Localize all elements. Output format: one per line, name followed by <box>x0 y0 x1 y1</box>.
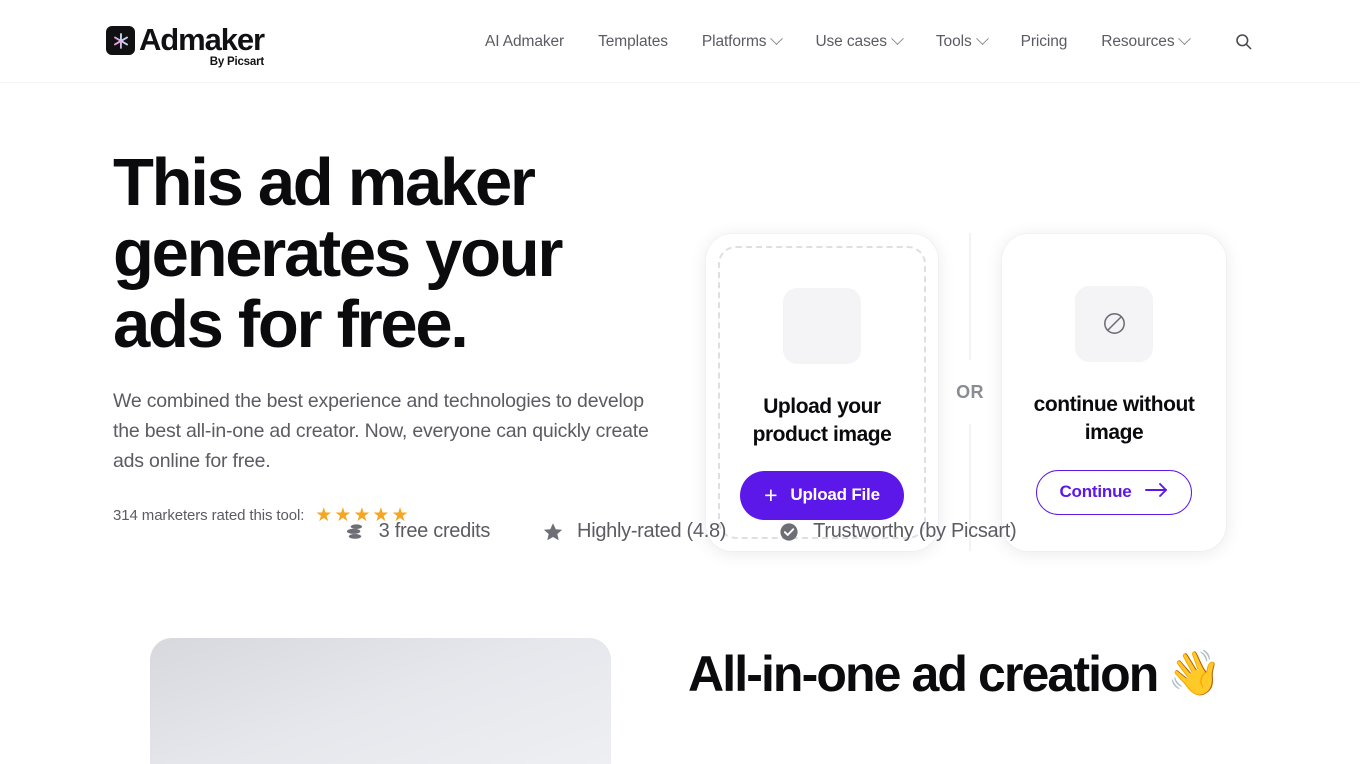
or-divider: OR <box>938 233 1002 551</box>
preview-image <box>150 638 611 764</box>
nav-label: Templates <box>598 32 668 50</box>
nav-label: AI Admaker <box>485 32 565 50</box>
nav-item-tools[interactable]: Tools <box>919 32 1004 51</box>
chevron-down-icon <box>770 32 784 46</box>
site-header: Admaker By Picsart AI Admaker Templates … <box>0 0 1360 83</box>
dropzone[interactable]: Upload your product image + Upload File <box>718 245 926 539</box>
picsart-star-icon <box>106 26 135 55</box>
main-navigation: AI Admaker Templates Platforms Use cases… <box>468 0 1263 83</box>
hero-section: This ad maker generates your ads for fre… <box>0 83 1360 628</box>
nav-item-templates[interactable]: Templates <box>581 33 685 51</box>
nav-item-use-cases[interactable]: Use cases <box>798 32 918 51</box>
features-heading: All-in-one ad creation 👋 <box>688 645 1222 703</box>
badge-label: Trustworthy (by Picsart) <box>813 520 1017 542</box>
hero-copy: This ad maker generates your ads for fre… <box>113 147 673 525</box>
badge-label: 3 free credits <box>378 520 491 542</box>
star-icon <box>542 521 564 543</box>
waving-hand-icon: 👋 <box>1167 649 1222 698</box>
no-image-card-title: continue without image <box>1033 392 1195 444</box>
badge-highly-rated: Highly-rated (4.8) <box>542 520 726 543</box>
continue-label: Continue <box>1059 482 1132 501</box>
nav-label: Use cases <box>815 32 887 50</box>
logo-wordmark: Admaker <box>139 22 265 57</box>
features-section: All-in-one ad creation 👋 <box>0 628 1360 764</box>
chevron-down-icon <box>1178 32 1192 46</box>
arrow-right-icon <box>1144 482 1169 503</box>
plus-icon: + <box>764 482 778 508</box>
badge-trustworthy: Trustworthy (by Picsart) <box>778 520 1017 543</box>
upload-file-label: Upload File <box>790 485 880 504</box>
trust-badges: 3 free credits Highly-rated (4.8) Trustw… <box>0 520 1360 543</box>
nav-label: Tools <box>935 32 972 50</box>
badge-label: Highly-rated (4.8) <box>577 520 727 542</box>
nav-label: Pricing <box>1020 32 1068 50</box>
search-icon[interactable] <box>1224 32 1263 51</box>
upload-image-card[interactable]: Upload your product image + Upload File <box>706 233 938 551</box>
nav-item-resources[interactable]: Resources <box>1084 32 1206 51</box>
continue-without-image-card[interactable]: continue without image Continue <box>1002 233 1226 551</box>
page-title: This ad maker generates your ads for fre… <box>113 145 563 362</box>
divider-line-top <box>969 233 971 360</box>
nav-item-pricing[interactable]: Pricing <box>1004 33 1085 51</box>
logo-tagline: By Picsart <box>209 56 264 68</box>
logo-home-link[interactable]: Admaker By Picsart <box>106 22 265 68</box>
hero-subheading: We combined the best experience and tech… <box>113 390 649 472</box>
upload-card-title: Upload your product image <box>752 394 892 446</box>
continue-button[interactable]: Continue <box>1036 469 1192 515</box>
upload-options: Upload your product image + Upload File … <box>706 233 1226 551</box>
no-image-icon <box>1075 285 1153 362</box>
chevron-down-icon <box>891 32 904 46</box>
check-circle-icon <box>778 521 800 543</box>
nav-item-platforms[interactable]: Platforms <box>685 32 799 51</box>
image-placeholder-icon <box>783 287 861 364</box>
or-label: OR <box>956 375 984 409</box>
chevron-down-icon <box>975 32 989 46</box>
nav-label: Platforms <box>701 32 767 50</box>
nav-label: Resources <box>1101 32 1175 50</box>
nav-item-ai-admaker[interactable]: AI Admaker <box>468 33 581 51</box>
upload-file-button[interactable]: + Upload File <box>740 470 904 520</box>
features-heading-text: All-in-one ad creation <box>688 646 1159 702</box>
coins-icon <box>344 521 366 543</box>
badge-free-credits: 3 free credits <box>344 520 490 543</box>
